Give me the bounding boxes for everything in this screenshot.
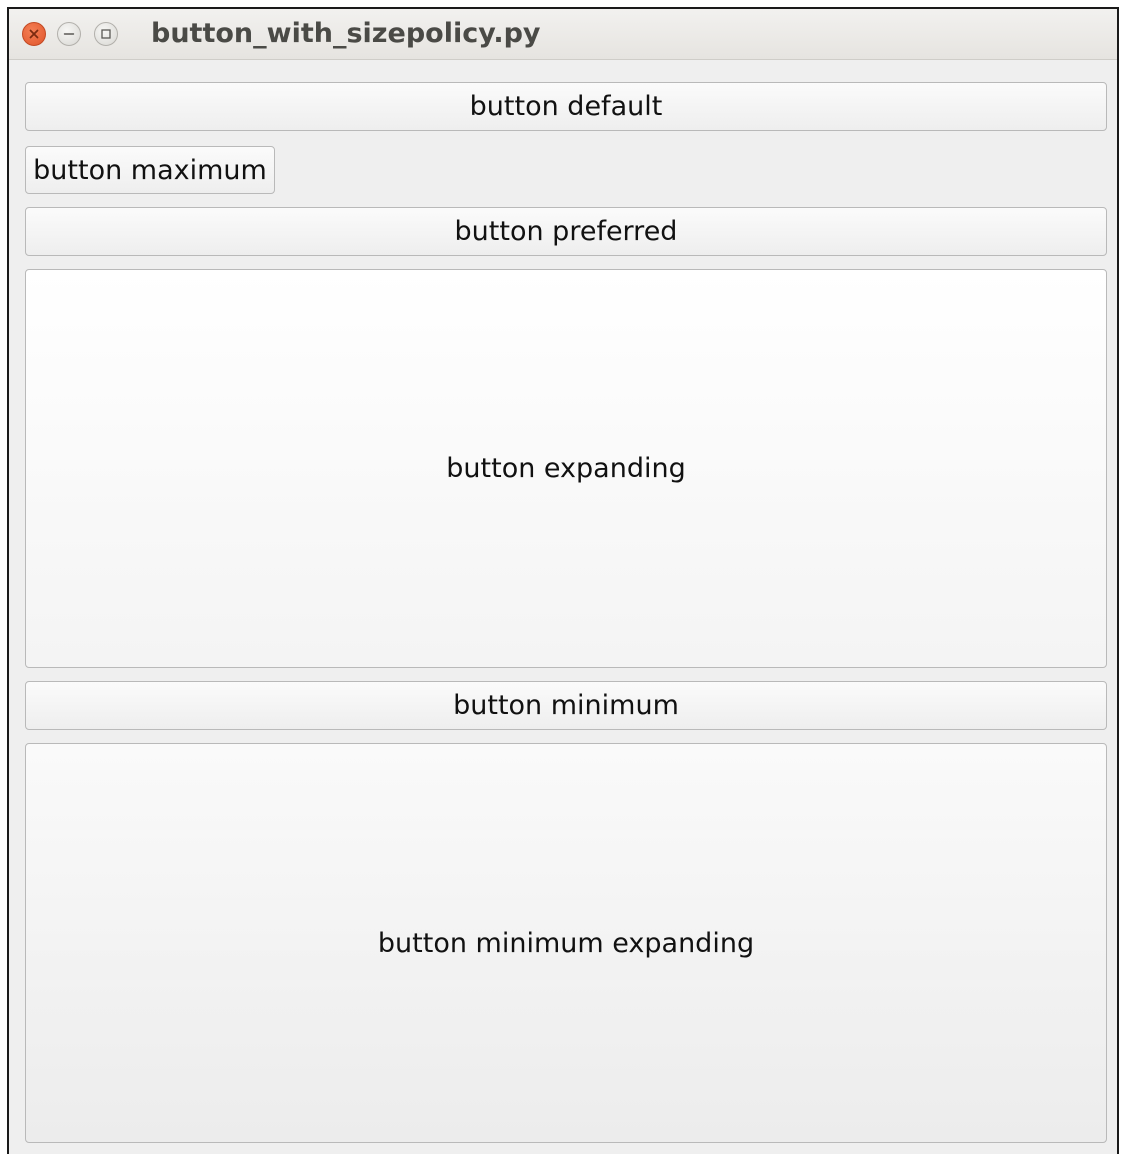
button-default[interactable]: button default [25, 82, 1107, 131]
maximize-button[interactable] [94, 22, 118, 46]
button-minimum-expanding[interactable]: button minimum expanding [25, 743, 1107, 1143]
app-window: button_with_sizepolicy.py button default… [7, 7, 1119, 1154]
close-icon [29, 29, 39, 39]
button-maximum[interactable]: button maximum [25, 146, 275, 194]
button-minimum[interactable]: button minimum [25, 681, 1107, 730]
button-expanding[interactable]: button expanding [25, 269, 1107, 668]
button-preferred[interactable]: button preferred [25, 207, 1107, 256]
maximize-icon [101, 29, 111, 39]
minimize-button[interactable] [57, 22, 81, 46]
title-bar[interactable]: button_with_sizepolicy.py [9, 9, 1117, 60]
close-button[interactable] [22, 22, 46, 46]
window-title: button_with_sizepolicy.py [151, 18, 541, 49]
minimize-icon [63, 33, 75, 35]
button-area: button default button maximum button pre… [9, 60, 1117, 1154]
